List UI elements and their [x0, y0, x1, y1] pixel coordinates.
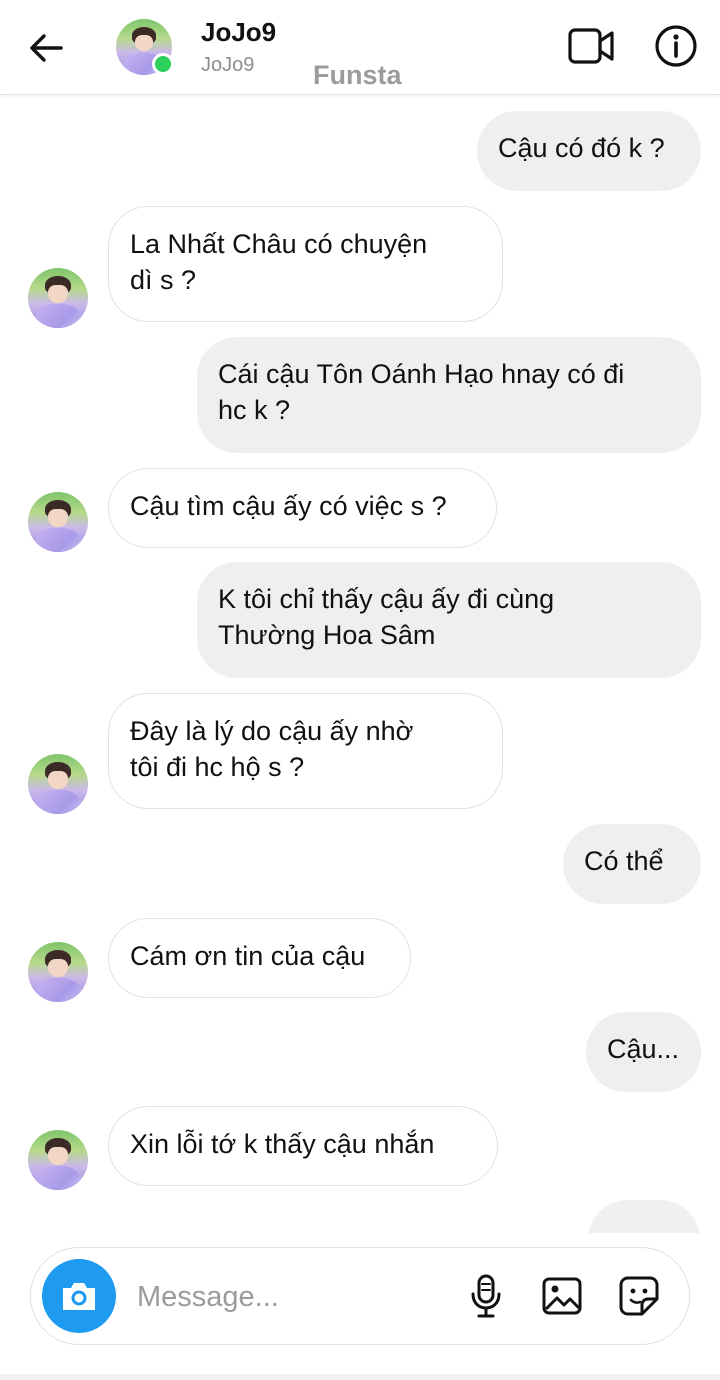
received-message-bubble[interactable]: La Nhất Châu có chuyện dì s ? [108, 206, 503, 322]
camera-button[interactable] [42, 1259, 116, 1333]
contact-username: JoJo9 [201, 54, 255, 76]
online-status-dot [152, 53, 174, 75]
partial-message-bubble [588, 1200, 700, 1233]
message-thread[interactable]: Cậu có đó k ? La Nhất Châu có chuyện dì … [0, 95, 720, 1233]
system-navigation-bar [0, 1374, 720, 1380]
gallery-button[interactable] [539, 1273, 585, 1319]
arrow-left-icon [30, 34, 63, 62]
sender-avatar[interactable] [28, 492, 88, 552]
sent-message-bubble[interactable]: Cái cậu Tôn Oánh Hạo hnay có đi hc k ? [197, 337, 701, 453]
sent-message-bubble[interactable]: Có thể [563, 824, 701, 904]
info-button[interactable] [654, 24, 698, 68]
sender-avatar[interactable] [28, 754, 88, 814]
sender-avatar[interactable] [28, 268, 88, 328]
received-message-bubble[interactable]: Xin lỗi tớ k thấy cậu nhắn [108, 1106, 498, 1186]
back-button[interactable] [24, 26, 68, 70]
avatar [28, 942, 88, 1002]
sticker-button[interactable] [616, 1273, 662, 1319]
sent-message-bubble[interactable]: Cậu có đó k ? [477, 111, 701, 191]
watermark-text: Funsta [313, 60, 402, 90]
avatar [28, 492, 88, 552]
contact-avatar[interactable] [116, 19, 174, 75]
voice-message-button[interactable] [463, 1273, 509, 1319]
camera-icon [63, 1283, 95, 1310]
avatar [28, 754, 88, 814]
microphone-icon [471, 1274, 501, 1318]
info-icon [655, 25, 697, 67]
video-camera-icon [568, 28, 614, 64]
image-icon [542, 1277, 582, 1315]
chat-screen: JoJo9 JoJo9 Funsta Cậu có đó k ? La Nhất… [0, 0, 720, 1380]
received-message-bubble[interactable]: Cám ơn tin của cậu [108, 918, 411, 998]
video-call-button[interactable] [566, 24, 616, 68]
avatar [28, 1130, 88, 1190]
sender-avatar[interactable] [28, 942, 88, 1002]
chat-header: JoJo9 JoJo9 Funsta [0, 0, 720, 95]
sender-avatar[interactable] [28, 1130, 88, 1190]
sent-message-bubble[interactable]: Cậu... [586, 1012, 701, 1092]
sent-message-bubble[interactable]: K tôi chỉ thấy cậu ấy đi cùng Thường Hoa… [197, 562, 701, 678]
message-input[interactable] [135, 1270, 459, 1324]
received-message-bubble[interactable]: Cậu tìm cậu ấy có việc s ? [108, 468, 497, 548]
contact-name[interactable]: JoJo9 [201, 17, 276, 48]
avatar [28, 268, 88, 328]
sticker-icon [619, 1276, 659, 1316]
received-message-bubble[interactable]: Đây là lý do cậu ấy nhờ tôi đi hc hộ s ? [108, 693, 503, 809]
message-composer [30, 1247, 690, 1345]
